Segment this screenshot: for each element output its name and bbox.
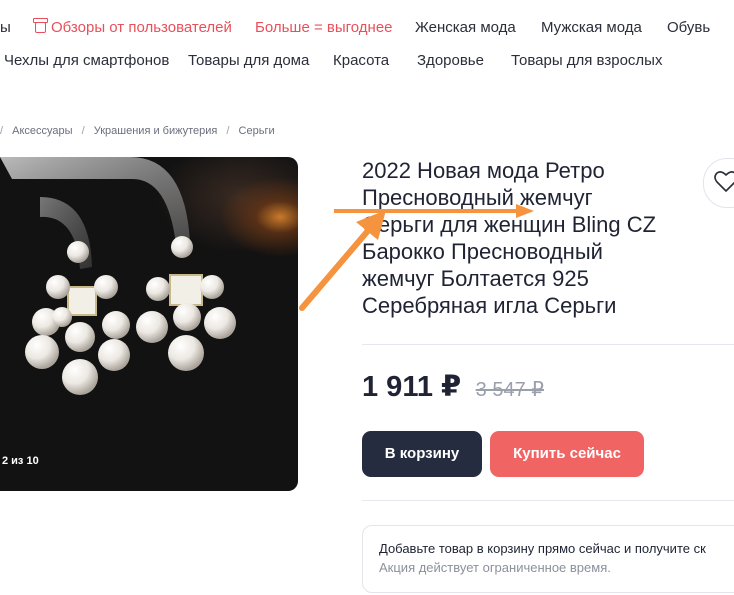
nav-item-men[interactable]: Мужская мода: [541, 19, 642, 36]
product-title-line: 2022 Новая мода Ретро: [362, 158, 605, 183]
promo-card: Добавьте товар в корзину прямо сейчас и …: [362, 525, 734, 593]
product-title-line: Пресноводный жемчуг: [362, 185, 593, 210]
breadcrumb-item-accessories[interactable]: Аксессуары: [12, 125, 72, 137]
nav-item-adult[interactable]: Товары для взрослых: [511, 52, 662, 69]
nav-item-more-cheaper[interactable]: Больше = выгоднее: [255, 19, 393, 36]
nav-item-health[interactable]: Здоровье: [417, 52, 484, 69]
heart-icon: [714, 171, 734, 192]
nav-item-reviews[interactable]: Обзоры от пользователей: [33, 18, 232, 36]
nav-item-home[interactable]: Товары для дома: [188, 52, 309, 69]
divider: [362, 500, 734, 501]
promo-card-note: Акция действует ограниченное время.: [379, 560, 611, 575]
price-block: 1 911 ₽ 3 547 ₽: [362, 369, 544, 404]
product-title-line: Барокко Пресноводный: [362, 239, 603, 264]
product-title-line: жемчуг Болтается 925: [362, 266, 589, 291]
nav-item-truncated[interactable]: ы: [0, 19, 11, 36]
breadcrumb-separator: /: [81, 125, 85, 137]
divider: [362, 344, 734, 345]
product-title: 2022 Новая мода Ретро Пресноводный жемчу…: [362, 157, 702, 319]
buy-now-button[interactable]: Купить сейчас: [490, 431, 644, 477]
nav-item-phone-cases[interactable]: Чехлы для смартфонов: [4, 52, 169, 69]
favorite-button[interactable]: [703, 158, 734, 208]
nav-item-women[interactable]: Женская мода: [415, 19, 516, 36]
earrings-photo: [0, 157, 236, 395]
current-price: 1 911 ₽: [362, 371, 462, 403]
breadcrumb-separator: /: [0, 125, 4, 137]
nav-item-reviews-label: Обзоры от пользователей: [51, 19, 232, 36]
product-image[interactable]: [0, 157, 298, 491]
product-title-line: Серебряная игла Серьги: [362, 293, 617, 318]
nav-item-shoes[interactable]: Обувь: [667, 19, 710, 36]
gift-icon: [33, 18, 48, 33]
product-title-line: Серьги для женщин Bling CZ: [362, 212, 657, 237]
breadcrumb-separator: /: [226, 125, 230, 137]
promo-card-title: Добавьте товар в корзину прямо сейчас и …: [379, 541, 706, 556]
breadcrumb-item-jewelry[interactable]: Украшения и бижутерия: [94, 125, 218, 137]
breadcrumb: / Аксессуары / Украшения и бижутерия / С…: [0, 125, 281, 137]
old-price: 3 547 ₽: [475, 379, 545, 401]
nav-item-beauty[interactable]: Красота: [333, 52, 389, 69]
add-to-cart-button[interactable]: В корзину: [362, 431, 482, 477]
gallery-counter: 2 из 10: [2, 455, 39, 467]
breadcrumb-item-earrings[interactable]: Серьги: [239, 125, 275, 137]
